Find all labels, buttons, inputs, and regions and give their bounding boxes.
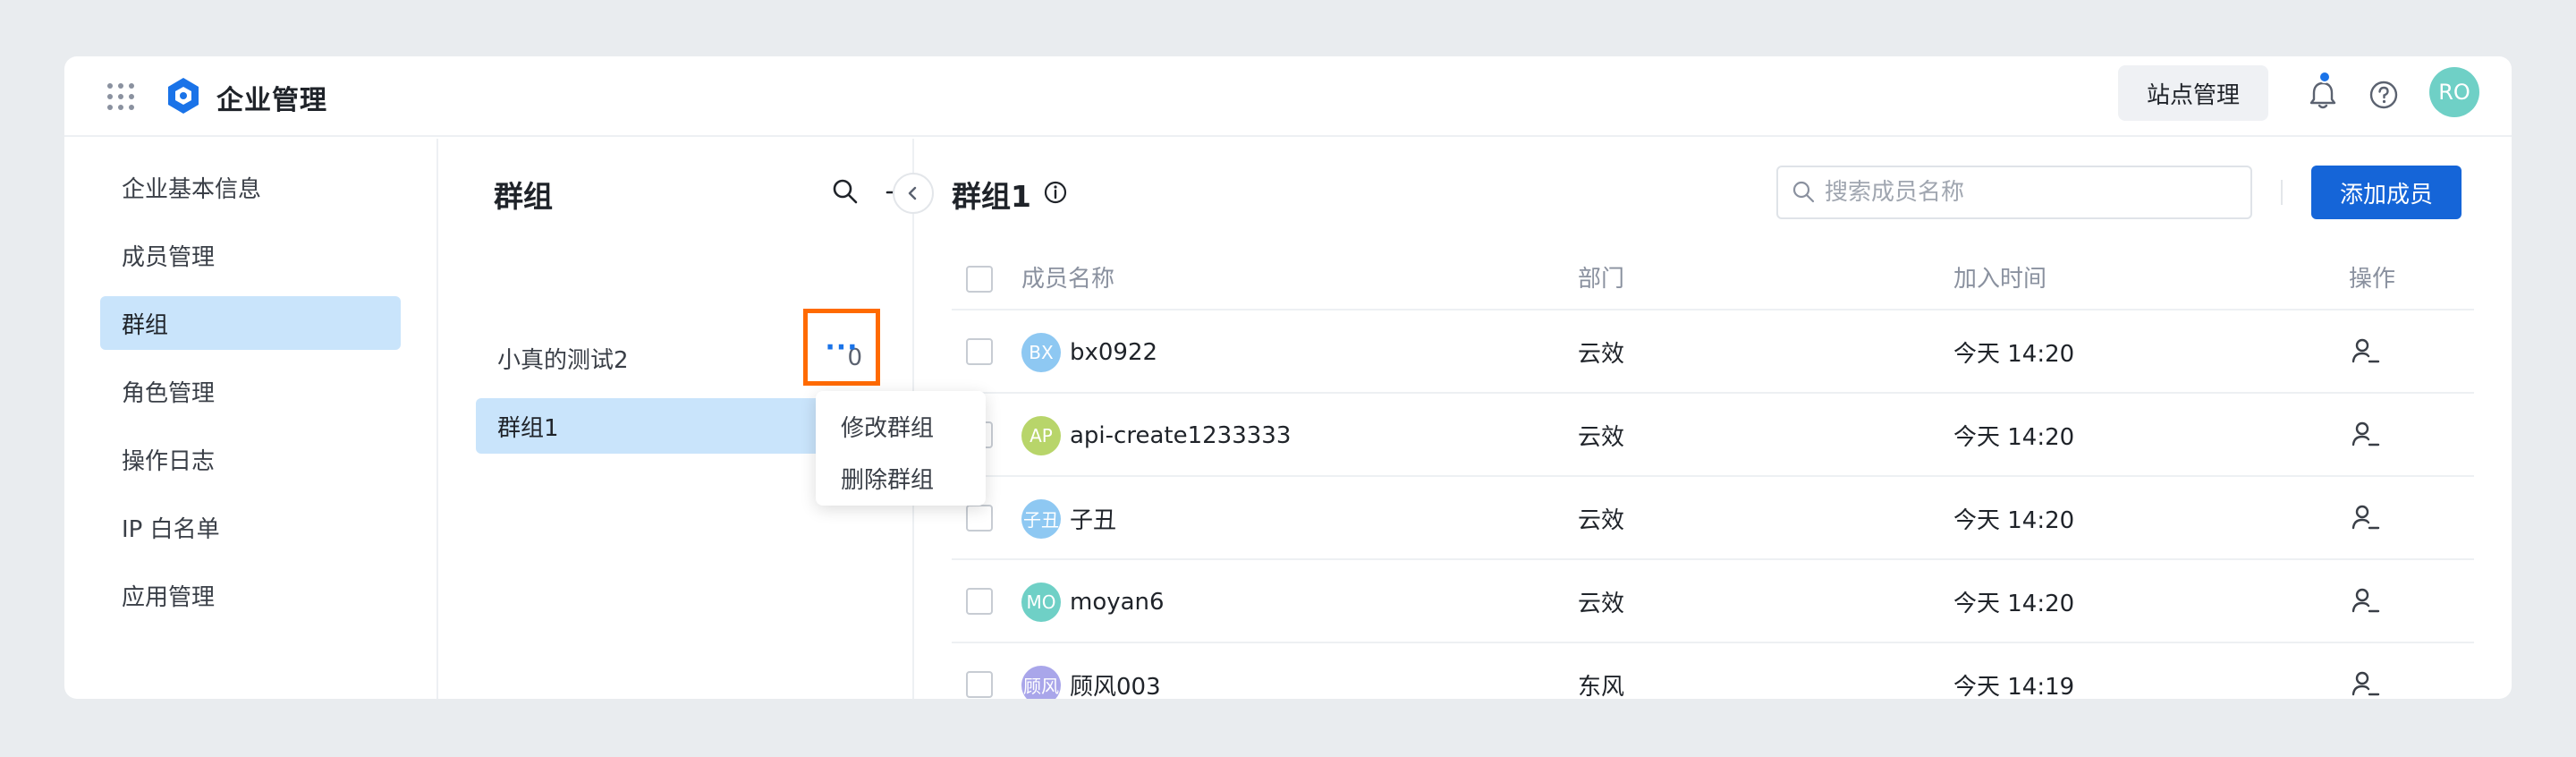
- search-icon[interactable]: [830, 176, 860, 207]
- member-join-time: 今天 14:20: [1953, 591, 2075, 617]
- table-row: 子丑 子丑 云效 今天 14:20: [952, 475, 2474, 558]
- member-department: 东风: [1578, 674, 1625, 699]
- sidebar-item-members[interactable]: 成员管理: [100, 228, 401, 282]
- top-header: 企业管理 站点管理 RO: [64, 56, 2512, 137]
- notification-dot: [2318, 71, 2331, 83]
- avatar: 子丑: [1021, 498, 1061, 539]
- sidebar-item-groups[interactable]: 群组: [100, 296, 401, 350]
- member-name: api-create1233333: [1070, 421, 1292, 449]
- table-row: MO moyan6 云效 今天 14:20: [952, 558, 2474, 642]
- member-search-input[interactable]: [1825, 179, 2218, 206]
- more-options-button[interactable]: ···: [803, 309, 880, 386]
- member-join-time: 今天 14:20: [1953, 341, 2075, 368]
- member-department: 云效: [1578, 341, 1625, 368]
- table-row: AP api-create1233333 云效 今天 14:20: [952, 392, 2474, 475]
- member-join-time: 今天 14:19: [1953, 674, 2075, 699]
- search-icon: [1792, 181, 1815, 203]
- row-checkbox[interactable]: [966, 338, 993, 365]
- delete-group-menu-item[interactable]: 删除群组: [816, 452, 986, 504]
- remove-member-icon[interactable]: [2349, 419, 2381, 451]
- column-header-actions: 操作: [2349, 265, 2396, 293]
- sidebar-nav: 企业基本信息 成员管理 群组 角色管理 操作日志 IP 白名单 应用管理: [64, 139, 438, 699]
- page-title: 群组1: [952, 179, 1031, 214]
- row-checkbox[interactable]: [966, 588, 993, 615]
- collapse-panel-button[interactable]: [893, 173, 934, 214]
- table-row: 顾风 顾风003 东风 今天 14:19: [952, 642, 2474, 699]
- remove-member-icon[interactable]: [2349, 502, 2381, 534]
- member-department: 云效: [1578, 507, 1625, 534]
- logo-icon: [168, 78, 199, 114]
- sidebar-item-ip-whitelist[interactable]: IP 白名单: [100, 500, 401, 554]
- member-name: bx0922: [1070, 338, 1158, 366]
- member-search-box: [1776, 166, 2252, 219]
- edit-group-menu-item[interactable]: 修改群组: [816, 400, 986, 452]
- sidebar-item-roles[interactable]: 角色管理: [100, 364, 401, 418]
- table-row: BX bx0922 云效 今天 14:20: [952, 309, 2474, 392]
- members-panel: 群组1 添加成员 成员名称 部门 加入时间 操作 BX: [916, 139, 2512, 699]
- avatar: AP: [1021, 415, 1061, 455]
- sidebar-item-apps[interactable]: 应用管理: [100, 568, 401, 622]
- help-icon[interactable]: [2363, 74, 2404, 115]
- remove-member-icon[interactable]: [2349, 668, 2381, 699]
- apps-grid-icon[interactable]: [104, 80, 138, 114]
- app-window: 企业管理 站点管理 RO 企业基本信息 成员管理 群组 角色管理 操作日志 IP…: [64, 56, 2512, 699]
- sidebar-item-operation-log[interactable]: 操作日志: [100, 432, 401, 486]
- add-member-button[interactable]: 添加成员: [2311, 166, 2462, 219]
- remove-member-icon[interactable]: [2349, 336, 2381, 368]
- column-header-name: 成员名称: [1021, 265, 1115, 293]
- user-avatar[interactable]: RO: [2429, 67, 2479, 117]
- group-name: 小真的测试2: [497, 346, 629, 374]
- member-name: 子丑: [1070, 507, 1117, 534]
- group-context-menu: 修改群组 删除群组: [816, 391, 986, 506]
- row-checkbox[interactable]: [966, 671, 993, 698]
- avatar: BX: [1021, 332, 1061, 372]
- select-all-checkbox[interactable]: [966, 266, 993, 293]
- member-department: 云效: [1578, 424, 1625, 451]
- chevron-left-icon: [908, 186, 917, 200]
- member-department: 云效: [1578, 591, 1625, 617]
- column-header-join-time: 加入时间: [1953, 265, 2047, 293]
- remove-member-icon[interactable]: [2349, 585, 2381, 617]
- sidebar-item-enterprise-info[interactable]: 企业基本信息: [100, 160, 401, 214]
- member-join-time: 今天 14:20: [1953, 424, 2075, 451]
- avatar: MO: [1021, 582, 1061, 622]
- row-checkbox[interactable]: [966, 505, 993, 532]
- member-name: moyan6: [1070, 588, 1165, 616]
- column-header-department: 部门: [1578, 265, 1625, 293]
- info-icon[interactable]: [1043, 180, 1068, 205]
- divider: [2281, 180, 2283, 205]
- avatar: 顾风: [1021, 665, 1061, 699]
- member-name: 顾风003: [1070, 674, 1161, 699]
- member-join-time: 今天 14:20: [1953, 507, 2075, 534]
- group-name: 群组1: [497, 414, 559, 442]
- site-management-button[interactable]: 站点管理: [2118, 65, 2268, 121]
- groups-title: 群组: [494, 179, 553, 214]
- app-title: 企业管理: [216, 85, 327, 116]
